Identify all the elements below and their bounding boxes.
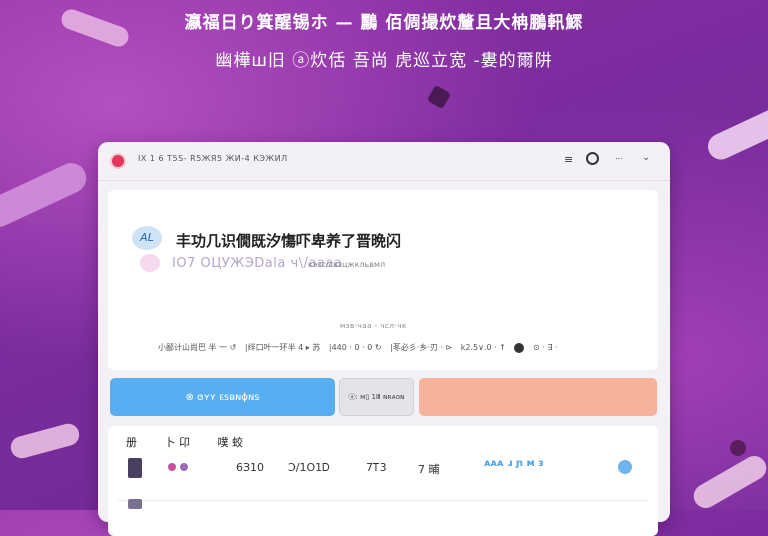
top-bar-title: IX 1 6 T5S- R5ЖЯ5 ЖИ-4 КЭЖИЛ [138, 154, 288, 163]
hero-panel: AL 丰功几识僩既汐慯吓卑养了晋晩闪 IO7 ОЦУЖЭDаlа ч\/аааа… [108, 190, 658, 370]
globe-icon[interactable] [586, 152, 599, 165]
menu-lines-icon[interactable]: ≡ [564, 153, 573, 166]
panel-subtitle-note: кэзс/свзцжкльвмл [308, 260, 386, 269]
decorative-shape [689, 451, 768, 513]
user-avatar-icon[interactable] [514, 342, 525, 353]
data-list: 册 卜 卬 噗 蛟 6З10 Ͻ/1О1Ꭰ 7Ꭲ3 7 晡 ᴀᴀᴀ ɹ ɲ ᴍ … [108, 426, 658, 536]
table-row[interactable]: 6З10 Ͻ/1О1Ꭰ 7Ꭲ3 7 晡 ᴀᴀᴀ ɹ ɲ ᴍ ᴈ [118, 454, 648, 486]
decorative-shape [8, 421, 82, 461]
row-cell: 7Ꭲ3 [366, 461, 387, 474]
primary-action-button[interactable]: ⊗ ɞʏʏ ᴇsʙɴɸɴꜱ [110, 378, 335, 416]
chat-bubble-icon: AL [132, 226, 162, 250]
stat-item: |苳必彡·乡·刃 · ⊳ [390, 343, 453, 352]
row-cell: Ͻ/1О1Ꭰ [288, 461, 330, 474]
headline-secondary: 幽樺ш旧 ⓐ炊佸 吾尚 虎巡立宽 -婁的爾阱 [215, 51, 553, 71]
stat-item: |绊口叶一环半 4 ▸ 苏 [244, 343, 321, 352]
decorative-shape [703, 102, 768, 164]
row-cell: 7 晡 [418, 463, 440, 476]
stat-item: 小鄙计山尚巴 半 一 ↺ [158, 343, 237, 352]
peach-action-button[interactable] [419, 378, 657, 416]
chevron-down-icon[interactable]: ⌄ [642, 152, 650, 163]
stat-item: k2.5∨.0 · ↑ [460, 343, 506, 352]
app-card: IX 1 6 T5S- R5ЖЯ5 ЖИ-4 КЭЖИЛ ≡ ⋯ ⌄ AL 丰功… [98, 142, 670, 536]
small-bubble-icon [140, 254, 160, 272]
list-header-cell: 册 [126, 436, 137, 449]
table-row[interactable] [118, 499, 648, 515]
headline-primary: 瀛福日り箕醒锡ホ — 鸝 佰倜撮炊釐且大柟鵬軐鰥 [184, 13, 584, 33]
row-thumbnail [128, 458, 142, 478]
top-bar: IX 1 6 T5S- R5ЖЯ5 ЖИ-4 КЭЖИЛ ≡ ⋯ ⌄ [98, 142, 670, 181]
stat-item: |440 · 0 · 0 ↻ [328, 343, 382, 352]
waveform-icon: ᴀᴀᴀ ɹ ɲ ᴍ ᴈ [484, 458, 544, 469]
list-header: 册 卜 卬 噗 蛟 [126, 434, 267, 450]
stat-item: ⊙ · ∃ · [533, 343, 558, 352]
row-cell: 6З10 [236, 461, 265, 474]
list-header-cell: 卜 卬 [164, 436, 191, 449]
stats-row: 小鄙计山尚巴 半 一 ↺ |绊口叶一环半 4 ▸ 苏 |440 · 0 · 0 … [158, 342, 638, 353]
decorative-shape [426, 84, 452, 110]
panel-title: 丰功几识僩既汐慯吓卑养了晋晩闪 [176, 232, 402, 250]
decorative-shape [0, 158, 92, 232]
row-thumbnail [128, 499, 142, 509]
list-header-cell: 噗 蛟 [217, 436, 244, 449]
decorative-shape [730, 440, 746, 456]
row-status-dot-icon [168, 461, 188, 474]
secondary-action-button[interactable]: ⓐ: ᴍ▯ 1Ⅲ ɴʀᴀᴏɴ [339, 378, 414, 416]
app-logo-icon[interactable] [110, 153, 126, 169]
status-dot-icon[interactable] [618, 460, 632, 474]
panel-caption: мзв-чаа - чсл-чк [340, 322, 407, 330]
more-icon[interactable]: ⋯ [615, 154, 623, 163]
